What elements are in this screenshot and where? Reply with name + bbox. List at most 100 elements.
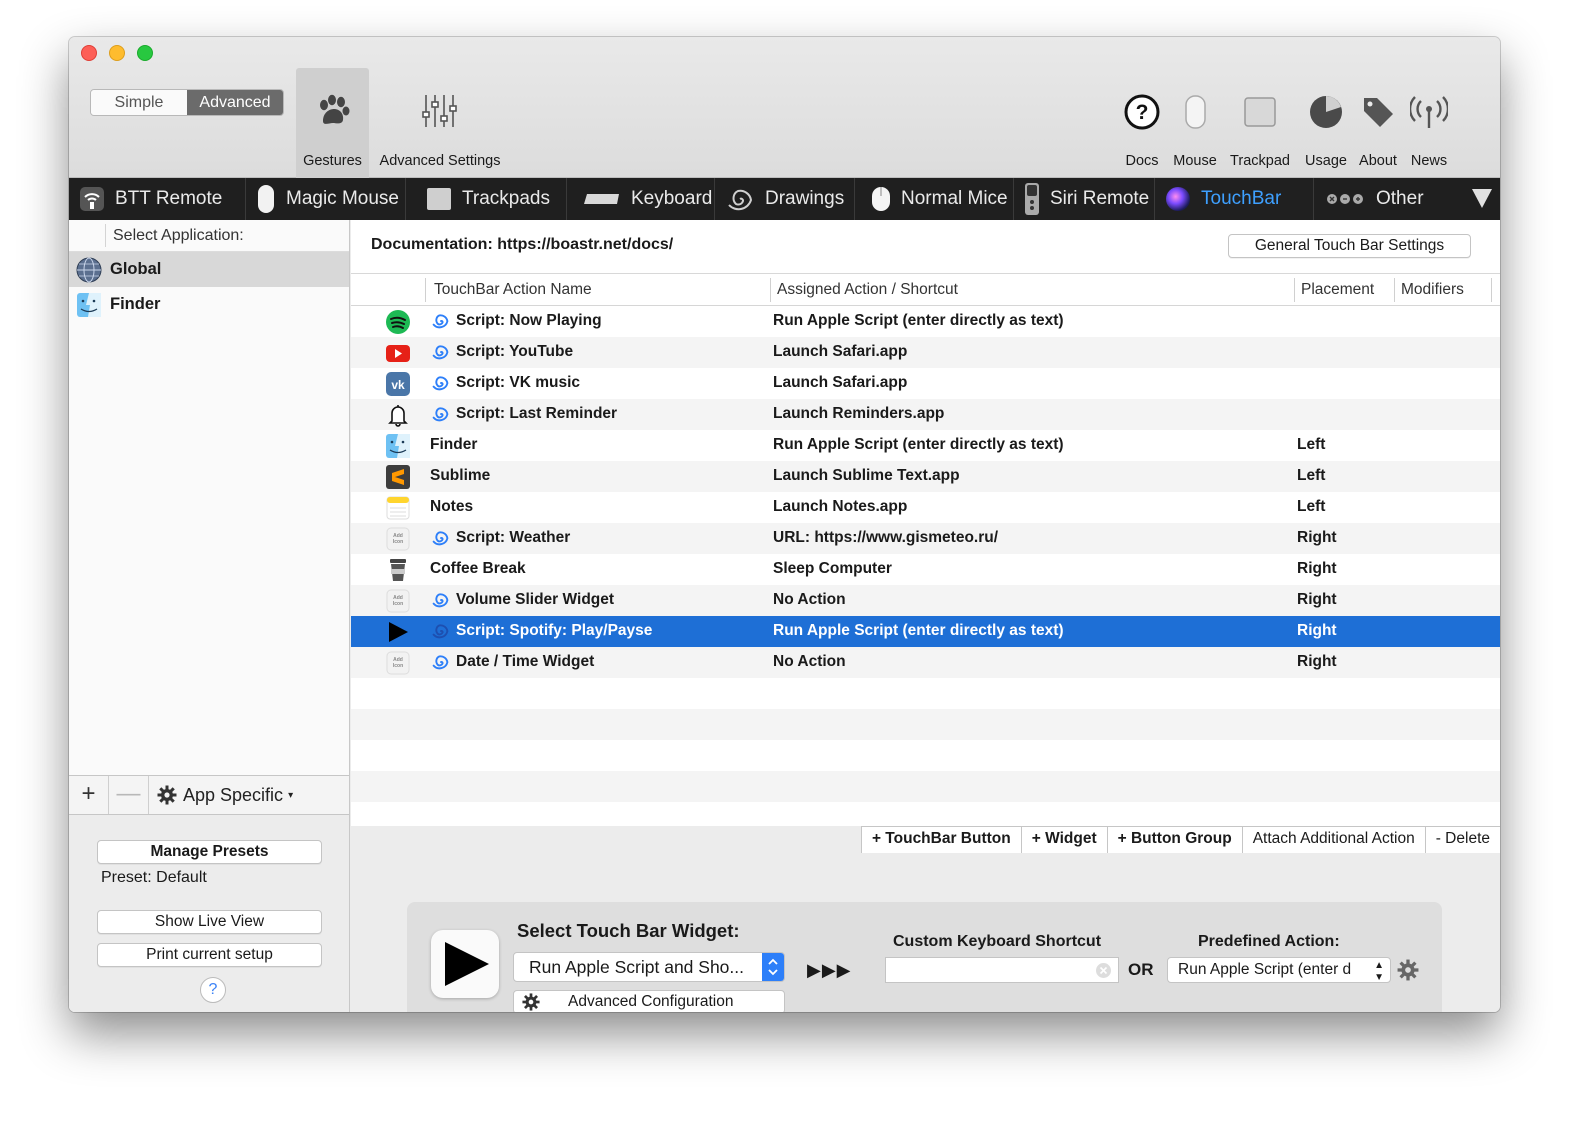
remove-app-button[interactable]: — [109, 776, 149, 814]
sliders-icon [422, 95, 457, 127]
column-header-action-name[interactable]: TouchBar Action Name [434, 281, 592, 299]
empty-table-row [351, 709, 1500, 740]
close-window-button[interactable] [81, 45, 97, 61]
help-button[interactable]: ? [200, 977, 226, 1003]
tab-overflow-chevron-icon[interactable] [1470, 186, 1494, 210]
paw-icon [319, 94, 349, 124]
advanced-configuration-button[interactable]: Advanced Configuration [513, 990, 785, 1012]
mouse-tool[interactable]: Mouse [1169, 68, 1221, 178]
assigned-action-cell: No Action [773, 653, 846, 670]
tab-normal-mice[interactable]: Normal Mice [855, 178, 1014, 220]
table-row[interactable]: Coffee Break Sleep Computer Right [351, 554, 1500, 585]
docs-tool[interactable]: ? Docs [1121, 68, 1163, 178]
app-specific-dropdown[interactable]: App Specific ▾ [149, 776, 293, 814]
tab-drawings[interactable]: Drawings [715, 178, 855, 220]
column-header-modifiers[interactable]: Modifiers [1401, 281, 1464, 299]
usage-tool[interactable]: Usage [1302, 68, 1350, 178]
table-row[interactable]: vk Script: VK music Launch Safari.app [351, 368, 1500, 399]
sublime-icon [386, 465, 410, 489]
table-row[interactable]: Add Icon Script: Weather URL: https://www.g… [351, 523, 1500, 554]
table-row[interactable]: Add Icon Volume Slider Widget No Action Righ… [351, 585, 1500, 616]
magic-mouse-icon [1185, 95, 1206, 129]
script-swirl-icon [432, 593, 449, 608]
placement-cell: Right [1297, 591, 1337, 608]
finder-icon [386, 434, 410, 458]
app-item-finder[interactable]: Finder [69, 287, 349, 322]
mode-simple-button[interactable]: Simple [91, 90, 187, 115]
tab-trackpads[interactable]: Trackpads [406, 178, 567, 220]
column-header-assigned-action[interactable]: Assigned Action / Shortcut [777, 281, 958, 299]
siri-remote-icon [1025, 183, 1039, 215]
coffee-cup-icon [390, 559, 406, 581]
main-panel: Documentation: https://boastr.net/docs/ … [351, 220, 1500, 1012]
svg-text:?: ? [1136, 101, 1149, 124]
predefined-action-label: Predefined Action: [1198, 933, 1340, 950]
news-tool[interactable]: News [1407, 68, 1451, 178]
table-row[interactable]: Notes Launch Notes.app Left [351, 492, 1500, 523]
trackpad-tool[interactable]: Trackpad [1226, 68, 1294, 178]
table-row[interactable]: Script: YouTube Launch Safari.app [351, 337, 1500, 368]
manage-presets-button[interactable]: Manage Presets [97, 840, 322, 864]
table-row[interactable]: Script: Spotify: Play/Payse Run Apple Scr… [351, 616, 1500, 647]
widget-type-select[interactable]: Run Apple Script and Sho... [513, 952, 785, 982]
placement-cell: Left [1297, 498, 1326, 515]
general-touch-bar-settings-button[interactable]: General Touch Bar Settings [1228, 234, 1471, 258]
assigned-action-cell: Run Apple Script (enter directly as text… [773, 312, 1064, 329]
tab-btt-remote[interactable]: BTT Remote [69, 178, 246, 220]
add-widget-button[interactable]: + Widget [1020, 827, 1107, 853]
youtube-icon [386, 345, 410, 362]
table-row[interactable]: Add Icon Date / Time Widget No Action Right [351, 647, 1500, 678]
documentation-link[interactable]: Documentation: https://boastr.net/docs/ [371, 236, 673, 254]
bell-icon [388, 405, 408, 427]
delete-button[interactable]: - Delete [1424, 827, 1500, 853]
sidebar-bottom-panel: Manage Presets Preset: Default Show Live… [69, 815, 349, 1012]
pie-chart-icon [1310, 96, 1342, 128]
attach-additional-action-button[interactable]: Attach Additional Action [1241, 827, 1425, 853]
touchbar-actions-table: TouchBar Action Name Assigned Action / S… [351, 274, 1500, 826]
svg-text:Icon: Icon [393, 663, 403, 669]
tab-siri-remote[interactable]: Siri Remote [1014, 178, 1155, 220]
widget-type-value: Run Apple Script and Sho... [529, 957, 744, 977]
gestures-tool[interactable]: Gestures [296, 68, 369, 178]
svg-text:Icon: Icon [393, 601, 403, 607]
advanced-settings-tool[interactable]: Advanced Settings [373, 68, 507, 178]
assigned-action-cell: Launch Notes.app [773, 498, 908, 515]
add-icon-placeholder: AddIcon [386, 651, 410, 675]
mode-segmented-control: Simple Advanced [90, 89, 284, 116]
device-tab-bar: BTT Remote Magic Mouse Trackpads Keyboar… [69, 178, 1500, 220]
gestures-label: Gestures [303, 153, 362, 169]
mode-advanced-button[interactable]: Advanced [187, 90, 283, 115]
tab-touchbar[interactable]: TouchBar [1155, 178, 1314, 220]
docs-label: Docs [1125, 153, 1159, 169]
show-live-view-button[interactable]: Show Live View [97, 910, 322, 934]
notes-icon [386, 496, 410, 520]
zoom-window-button[interactable] [137, 45, 153, 61]
table-row[interactable]: Script: Now Playing Run Apple Script (ent… [351, 306, 1500, 337]
tab-magic-mouse[interactable]: Magic Mouse [246, 178, 406, 220]
tab-other-label: Other [1376, 188, 1424, 209]
advanced-configuration-label: Advanced Configuration [568, 993, 734, 1010]
action-name-cell: Finder [430, 436, 478, 453]
about-tool[interactable]: About [1355, 68, 1401, 178]
gear-icon[interactable] [1397, 959, 1419, 981]
tab-other[interactable]: Other [1314, 178, 1474, 220]
add-touchbar-button[interactable]: + TouchBar Button [860, 827, 1021, 853]
custom-shortcut-label: Custom Keyboard Shortcut [893, 933, 1102, 950]
table-row[interactable]: Finder Run Apple Script (enter directly a… [351, 430, 1500, 461]
column-header-placement[interactable]: Placement [1301, 281, 1374, 299]
app-item-global[interactable]: Global [69, 252, 349, 287]
predefined-action-select[interactable]: Run Apple Script (enter d ▲ ▼ [1167, 957, 1391, 983]
assigned-action-cell: Launch Safari.app [773, 374, 908, 391]
mouse-icon [872, 187, 890, 211]
minimize-window-button[interactable] [109, 45, 125, 61]
table-row[interactable]: Sublime Launch Sublime Text.app Left [351, 461, 1500, 492]
table-row[interactable]: Script: Last Reminder Launch Reminders.ap… [351, 399, 1500, 430]
custom-shortcut-input[interactable] [885, 957, 1119, 983]
news-label: News [1410, 153, 1448, 169]
clear-icon[interactable] [1095, 962, 1112, 979]
print-setup-button[interactable]: Print current setup [97, 943, 322, 967]
placement-cell: Right [1297, 622, 1337, 639]
add-button-group-button[interactable]: + Button Group [1106, 827, 1242, 853]
add-app-button[interactable]: + [69, 776, 109, 814]
tab-keyboard[interactable]: Keyboard [567, 178, 715, 220]
